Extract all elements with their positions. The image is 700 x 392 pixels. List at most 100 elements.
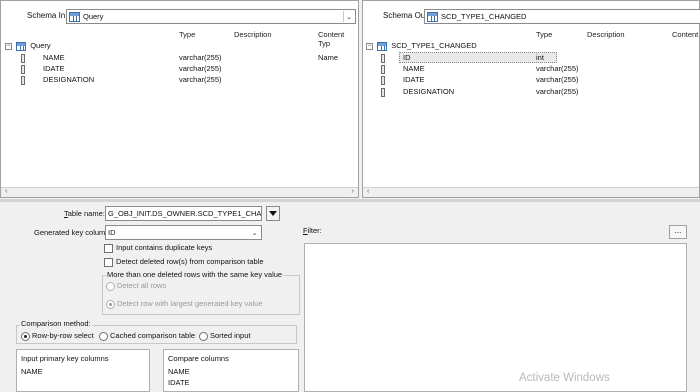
table-name-input[interactable]: G_OBJ_INIT.DS_OWNER.SCD_TYPE1_CHANGED — [105, 206, 262, 221]
tree-column-row[interactable]: IDATE — [21, 64, 65, 74]
selected-row-highlight — [399, 52, 557, 63]
column-type: varchar(255) — [179, 64, 222, 73]
col-header-content-type[interactable]: Content Typ — [318, 30, 358, 48]
radio-label: Sorted input — [210, 331, 251, 340]
column-name: IDATE — [43, 64, 65, 73]
col-header-description[interactable]: Description — [587, 30, 625, 39]
radio[interactable] — [199, 331, 208, 341]
schema-out-label: Schema Out: — [383, 11, 430, 20]
col-header-content[interactable]: Content — [672, 30, 698, 39]
collapse-icon[interactable]: − — [5, 42, 12, 50]
detect-all-rows-radio[interactable]: Detect all rows — [106, 281, 166, 291]
input-pk-list[interactable]: Input primary key columns NAME — [16, 349, 150, 392]
col-header-description[interactable]: Description — [234, 30, 272, 39]
radio-label: Row-by-row select — [32, 331, 94, 340]
checkbox[interactable] — [104, 257, 113, 267]
col-header-type[interactable]: Type — [179, 30, 195, 39]
tree-root-label: Query — [30, 41, 51, 50]
column-icon — [21, 75, 25, 85]
radio[interactable] — [106, 299, 115, 309]
radio-label: Cached comparison table — [110, 331, 196, 340]
table-name-value: G_OBJ_INIT.DS_OWNER.SCD_TYPE1_CHANGED — [108, 209, 262, 218]
column-type: varchar(255) — [536, 87, 579, 96]
schema-in-select[interactable]: Query ⌄ — [66, 9, 356, 24]
schema-out-field[interactable]: SCD_TYPE1_CHANGED — [424, 9, 700, 24]
tree-column-row[interactable]: ID — [381, 53, 411, 63]
schema-in-label: Schema In: — [27, 11, 68, 20]
scroll-left-icon[interactable]: ‹ — [5, 188, 7, 195]
filter-textarea[interactable] — [304, 243, 687, 392]
collapse-icon[interactable]: − — [366, 42, 373, 50]
list-item[interactable]: NAME — [21, 367, 43, 376]
column-name: DESIGNATION — [43, 75, 95, 84]
input-pk-header: Input primary key columns — [21, 354, 109, 363]
generated-key-value: ID — [108, 228, 116, 237]
column-name: NAME — [43, 53, 65, 62]
tree-column-row[interactable]: NAME — [21, 53, 65, 63]
column-icon — [21, 64, 25, 74]
tree-root-label: SCD_TYPE1_CHANGED — [391, 41, 477, 50]
scroll-left-icon[interactable]: ‹ — [367, 188, 369, 195]
input-duplicate-checkbox[interactable]: Input contains duplicate keys — [104, 243, 212, 253]
tree-column-row[interactable]: NAME — [381, 64, 425, 74]
ellipsis-label: ... — [674, 226, 682, 235]
detect-largest-key-radio[interactable]: Detect row with largest generated key va… — [106, 299, 263, 309]
column-name: ID — [403, 53, 411, 62]
column-icon — [381, 75, 385, 85]
triangle-down-icon — [269, 211, 277, 216]
compare-columns-list[interactable]: Compare columns NAME IDATE — [163, 349, 299, 392]
detect-deleted-checkbox[interactable]: Detect deleted row(s) from comparison ta… — [104, 257, 264, 267]
generated-key-select[interactable]: ID ⌄ — [105, 225, 262, 240]
tree-column-row[interactable]: DESIGNATION — [21, 75, 94, 85]
column-name: NAME — [403, 64, 425, 73]
chevron-down-icon[interactable]: ⌄ — [249, 227, 260, 238]
table-name-label: Table name: — [64, 209, 105, 218]
column-type: varchar(255) — [536, 64, 579, 73]
column-icon — [381, 64, 385, 74]
method-row-by-row-radio[interactable]: Row-by-row select — [21, 331, 94, 341]
horizontal-scrollbar[interactable]: ‹ › — [1, 187, 358, 197]
table-icon — [427, 11, 438, 22]
column-type: varchar(255) — [536, 75, 579, 84]
checkbox[interactable] — [104, 243, 113, 253]
checkbox-label: Detect deleted row(s) from comparison ta… — [116, 257, 264, 266]
table-icon — [377, 41, 388, 51]
table-icon — [16, 41, 27, 51]
schema-out-selected: SCD_TYPE1_CHANGED — [441, 12, 527, 21]
table-name-dropdown-button[interactable] — [266, 206, 280, 221]
tree-column-row[interactable]: IDATE — [381, 75, 425, 85]
method-cached-radio[interactable]: Cached comparison table — [99, 331, 195, 341]
column-name: DESIGNATION — [403, 87, 455, 96]
comparison-method-label: Comparison method: — [20, 319, 92, 328]
compare-columns-header: Compare columns — [168, 354, 229, 363]
radio[interactable] — [21, 331, 30, 341]
schema-in-selected: Query — [83, 12, 104, 21]
table-icon — [69, 11, 80, 22]
column-name: IDATE — [403, 75, 425, 84]
column-type: int — [536, 53, 544, 62]
col-header-type[interactable]: Type — [536, 30, 552, 39]
radio[interactable] — [99, 331, 108, 341]
chevron-down-icon[interactable]: ⌄ — [343, 11, 354, 22]
method-sorted-radio[interactable]: Sorted input — [199, 331, 250, 341]
radio-label: Detect row with largest generated key va… — [117, 299, 263, 308]
tree-root[interactable]: − Query — [5, 41, 51, 51]
column-content: Name — [318, 53, 339, 62]
activate-windows-watermark: Activate Windows — [519, 372, 610, 384]
key-column-icon — [381, 53, 385, 63]
column-icon — [381, 87, 385, 97]
radio-label: Detect all rows — [117, 281, 167, 290]
column-type: varchar(255) — [179, 53, 222, 62]
list-item[interactable]: NAME — [168, 367, 190, 376]
filter-label: Filter: — [303, 226, 322, 235]
schema-in-pane: Schema In: Query ⌄ Type Description Cont… — [0, 0, 359, 198]
generated-key-label: Generated key column: — [34, 228, 112, 237]
scroll-right-icon[interactable]: › — [352, 188, 354, 195]
column-icon — [21, 53, 25, 63]
horizontal-scrollbar[interactable]: ‹ — [363, 187, 699, 197]
list-item[interactable]: IDATE — [168, 378, 190, 387]
tree-root[interactable]: − SCD_TYPE1_CHANGED — [366, 41, 477, 51]
filter-browse-button[interactable]: ... — [669, 225, 687, 239]
radio[interactable] — [106, 281, 115, 291]
tree-column-row[interactable]: DESIGNATION — [381, 87, 454, 97]
